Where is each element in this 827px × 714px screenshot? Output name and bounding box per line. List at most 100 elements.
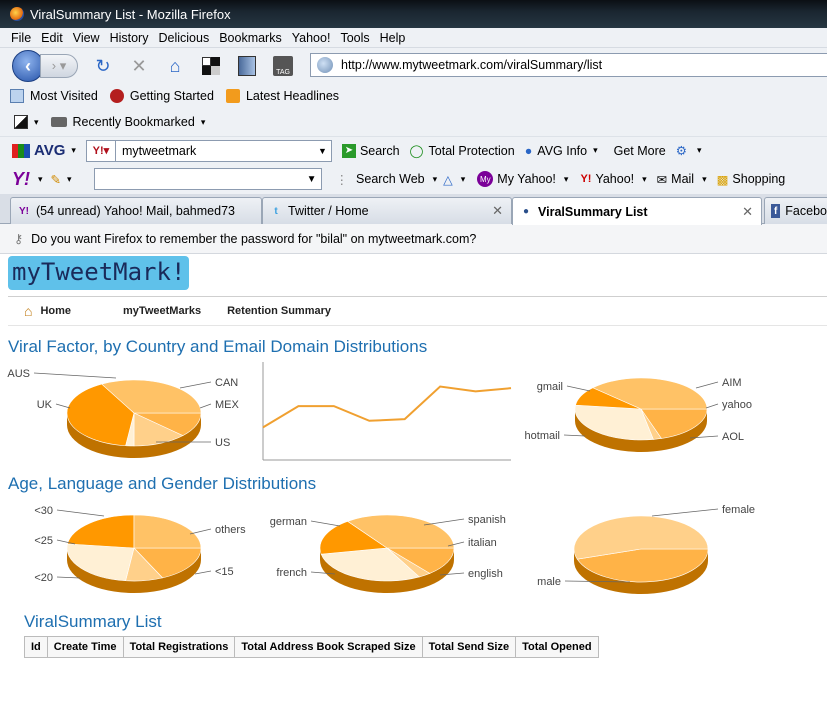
col-create-time[interactable]: Create Time: [47, 637, 123, 658]
tab-facebook[interactable]: fFacebo: [764, 197, 827, 224]
search-value: mytweetmark: [122, 144, 196, 158]
close-icon[interactable]: ✕: [742, 204, 753, 220]
yahoo-logo-icon[interactable]: Y!: [12, 169, 30, 190]
menu-bookmarks[interactable]: Bookmarks: [214, 31, 287, 45]
getting-started-icon: [110, 89, 124, 103]
search-engine-select[interactable]: Y!▾: [86, 140, 116, 162]
avg-info-button[interactable]: ●AVG Info▾: [525, 144, 598, 158]
my-yahoo-icon: My: [477, 171, 493, 187]
pie-label--15: <15: [215, 566, 234, 578]
delicious-icon[interactable]: [14, 115, 28, 129]
rss-icon: [226, 89, 240, 103]
pie-slice--20: [68, 515, 134, 548]
chevron-down-icon[interactable]: ▾: [34, 117, 39, 128]
protection-label: Total Protection: [429, 144, 515, 158]
password-notification-bar: ⚷ Do you want Firefox to remember the pa…: [0, 224, 827, 254]
menu-yahoo[interactable]: Yahoo!: [287, 31, 336, 45]
pie-label-italian: italian: [468, 537, 497, 549]
yahoo-toolbar: Y! ▾ ✎ ▾ ▼ ⋮ Search Web ▾ △ ▾ MyMy Yahoo…: [0, 164, 827, 194]
shopping-bag-icon: ▩: [717, 172, 729, 187]
nav-mytweetmarks[interactable]: myTweetMarks: [123, 305, 201, 317]
info-label: AVG Info: [537, 144, 587, 158]
col-total-registrations[interactable]: Total Registrations: [123, 637, 235, 658]
col-total-send-size[interactable]: Total Send Size: [422, 637, 515, 658]
tag-icon: [51, 117, 67, 127]
reload-icon[interactable]: ↻: [92, 55, 114, 77]
url-bar[interactable]: http://www.mytweetmark.com/viralSummary/…: [310, 53, 827, 77]
pencil-icon[interactable]: ✎: [51, 172, 61, 187]
avg-logo[interactable]: AVG: [12, 142, 65, 159]
chevron-down-icon[interactable]: ▾: [642, 174, 647, 185]
tab-viralsummary[interactable]: ● ViralSummary List ✕: [512, 197, 762, 225]
firefox-icon: [10, 7, 24, 21]
chevron-down-icon[interactable]: ▾: [433, 174, 438, 185]
recently-bookmarked[interactable]: Recently Bookmarked: [73, 115, 195, 129]
col-id[interactable]: Id: [25, 637, 48, 658]
tab-strip: Y! (54 unread) Yahoo! Mail, bahmed73 tTwi…: [0, 194, 827, 224]
nav-home[interactable]: ⌂Home: [24, 303, 97, 319]
pie-label-us: US: [215, 437, 230, 449]
yahoo-search-input[interactable]: ▼: [94, 168, 322, 190]
delicious-icon[interactable]: [200, 55, 222, 77]
key-icon: ⚷: [14, 231, 23, 246]
chevron-down-icon[interactable]: ▾: [201, 117, 206, 128]
forward-button[interactable]: › ▾: [40, 54, 78, 78]
pie-leader-line: [311, 521, 340, 526]
tag-icon[interactable]: TAG: [272, 55, 294, 77]
globe-icon: ●: [519, 205, 533, 219]
bookmark-page-icon[interactable]: [236, 55, 258, 77]
get-more-button[interactable]: Get More: [614, 144, 666, 158]
yahoo-icon: Y!: [17, 204, 31, 218]
tab-label: (54 unread) Yahoo! Mail, bahmed73: [36, 204, 235, 218]
chevron-down-icon[interactable]: ▾: [38, 174, 43, 185]
pie-label-aol: AOL: [722, 431, 744, 443]
bookmarks-toolbar: Most Visited Getting Started Latest Head…: [0, 84, 827, 108]
menu-view[interactable]: View: [68, 31, 105, 45]
tab-label: ViralSummary List: [538, 205, 648, 219]
close-icon[interactable]: ✕: [492, 203, 503, 219]
menu-edit[interactable]: Edit: [36, 31, 68, 45]
menu-help[interactable]: Help: [375, 31, 411, 45]
col-total-opened[interactable]: Total Opened: [516, 637, 598, 658]
menu-bar: File Edit View History Delicious Bookmar…: [0, 28, 827, 48]
nav-retention-summary[interactable]: Retention Summary: [227, 305, 331, 317]
menu-tools[interactable]: Tools: [335, 31, 374, 45]
avg-extra-button[interactable]: ⚙▾: [676, 143, 702, 158]
chevron-down-icon[interactable]: ▾: [564, 174, 569, 185]
bookmark-latest-headlines[interactable]: Latest Headlines: [226, 89, 339, 103]
avg-label: AVG: [34, 142, 65, 159]
charts-canvas: AUSCANMEXUSUKgmailAIMyahooAOLhotmail<30o…: [0, 354, 827, 714]
avg-search-button[interactable]: ➤Search: [342, 144, 400, 158]
bookmark-getting-started[interactable]: Getting Started: [110, 89, 214, 103]
col-address-book-size[interactable]: Total Address Book Scraped Size: [235, 637, 422, 658]
shopping-button[interactable]: ▩Shopping: [717, 172, 786, 187]
pie-label--20: <20: [34, 572, 53, 584]
stop-icon[interactable]: ✕: [128, 55, 150, 77]
home-icon[interactable]: ⌂: [164, 55, 186, 77]
shield-icon[interactable]: △: [443, 172, 453, 187]
chevron-down-icon[interactable]: ▾: [71, 145, 76, 156]
tab-twitter[interactable]: tTwitter / Home✕: [262, 197, 512, 224]
menu-file[interactable]: File: [6, 31, 36, 45]
chevron-down-icon[interactable]: ▾: [702, 174, 707, 185]
pie-label--30: <30: [34, 505, 53, 517]
pie-leader-line: [564, 435, 585, 436]
bookmark-most-visited[interactable]: Most Visited: [10, 89, 98, 103]
chevron-down-icon[interactable]: ▾: [67, 174, 72, 185]
divider-icon: ⋮: [336, 172, 349, 187]
site-logo[interactable]: myTweetMark!: [8, 256, 189, 290]
pie-slice--25: [134, 515, 201, 548]
my-yahoo-button[interactable]: MyMy Yahoo!: [477, 171, 556, 187]
site-identity-icon[interactable]: [317, 57, 333, 73]
yahoo-button[interactable]: Y!Yahoo!: [580, 172, 634, 186]
avg-search-input[interactable]: mytweetmark ▼: [116, 140, 332, 162]
settings-icon: ⚙: [676, 143, 687, 158]
chevron-down-icon[interactable]: ▼: [318, 146, 327, 156]
mail-button[interactable]: ✉Mail: [657, 172, 694, 187]
menu-history[interactable]: History: [105, 31, 154, 45]
menu-delicious[interactable]: Delicious: [153, 31, 214, 45]
search-web-button[interactable]: Search Web: [356, 172, 425, 186]
total-protection-button[interactable]: ◯Total Protection: [410, 143, 515, 158]
tab-yahoo-mail[interactable]: Y! (54 unread) Yahoo! Mail, bahmed73: [10, 197, 262, 224]
chevron-down-icon[interactable]: ▾: [461, 174, 466, 185]
